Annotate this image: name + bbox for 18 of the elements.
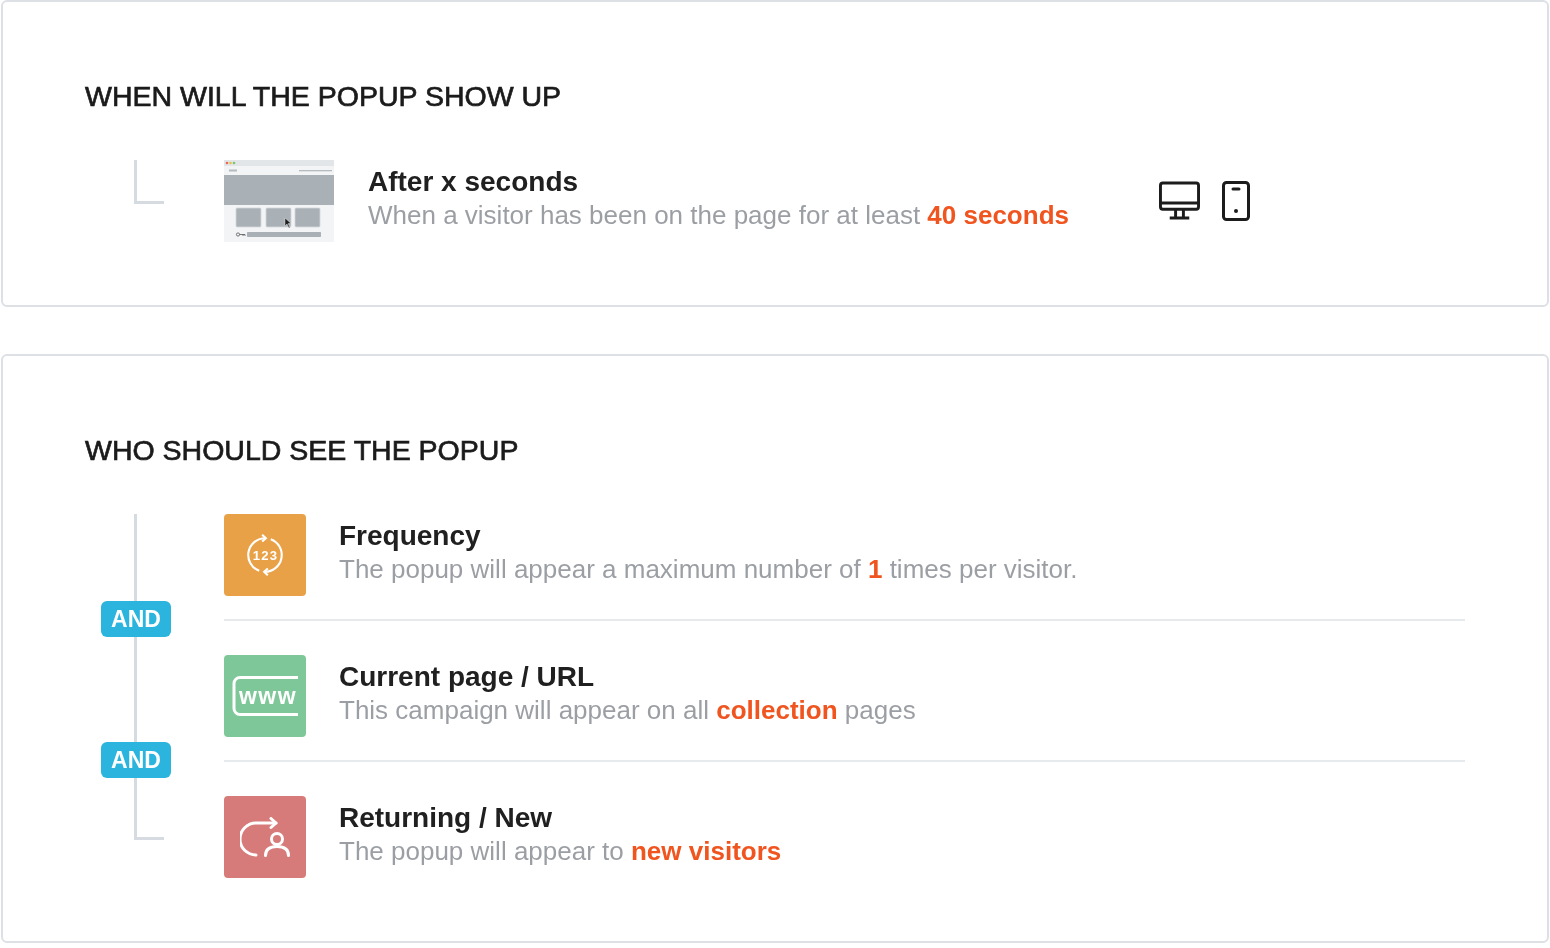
condition-description: The popup will appear a maximum number of 1 times per visitor. — [339, 553, 1078, 585]
condition-title: Returning / New — [339, 801, 554, 835]
www-icon: www — [224, 655, 306, 737]
condition-description: This campaign will appear on all collection pages — [339, 694, 916, 726]
condition-description: When a visitor has been on the page for at least 40 seconds — [368, 199, 1070, 231]
section-heading: WHEN WILL THE POPUP SHOW UP — [85, 79, 563, 113]
condition-title: After x seconds — [368, 165, 580, 199]
webpage-layout-icon — [224, 160, 334, 242]
operator-badge: AND — [101, 601, 171, 637]
frequency-icon: 123 — [224, 514, 306, 596]
condition-title: Frequency — [339, 519, 482, 553]
section-heading: WHO SHOULD SEE THE POPUP — [85, 433, 520, 467]
tree-connector-line — [134, 160, 164, 204]
condition-title: Current page / URL — [339, 660, 596, 694]
condition-description: The popup will appear to new visitors — [339, 835, 782, 867]
operator-badge: AND — [101, 742, 171, 778]
mobile-icon — [1222, 181, 1250, 221]
desktop-icon — [1159, 181, 1200, 221]
